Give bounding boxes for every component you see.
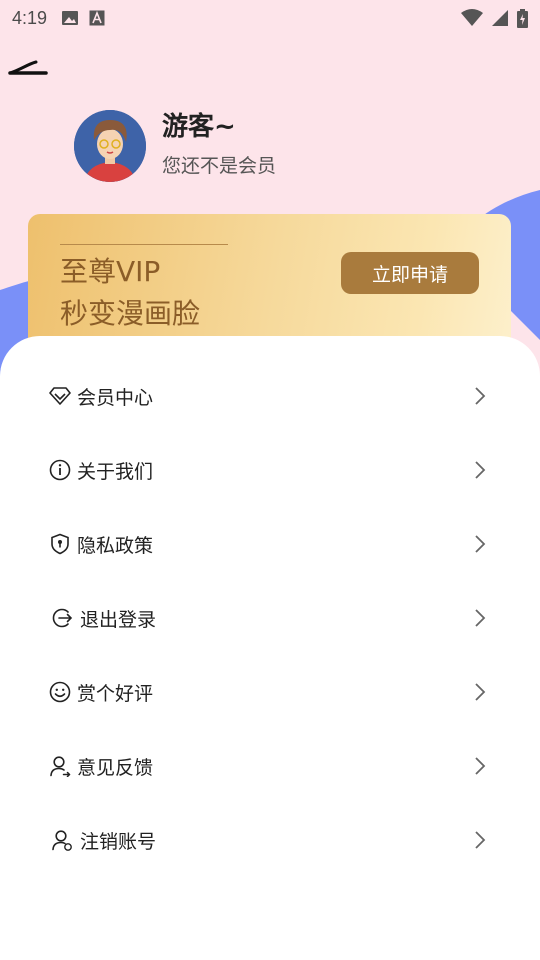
chevron-right-icon bbox=[475, 831, 486, 849]
menu-label: 退出登录 bbox=[80, 608, 157, 631]
chevron-right-icon bbox=[475, 757, 486, 775]
avatar-illustration bbox=[74, 110, 146, 182]
profile-header[interactable]: 游客~ 您还不是会员 bbox=[74, 110, 276, 182]
chevron-right-icon bbox=[475, 535, 486, 553]
menu-item-delete-account[interactable]: 注销账号 bbox=[0, 810, 540, 870]
vip-divider bbox=[60, 244, 228, 245]
member-status: 您还不是会员 bbox=[162, 155, 277, 177]
menu-sheet: 会员中心 关于我们 隐私政策 退出登录 赏个好评 意见反馈 注销账号 bbox=[0, 336, 540, 960]
user-delete-icon bbox=[50, 828, 74, 852]
menu-label: 关于我们 bbox=[77, 460, 154, 483]
status-time: 4:19 bbox=[12, 7, 48, 28]
chevron-right-icon bbox=[475, 387, 486, 405]
menu-label: 赏个好评 bbox=[77, 682, 154, 705]
menu-label: 意见反馈 bbox=[77, 756, 154, 779]
menu-item-logout[interactable]: 退出登录 bbox=[0, 588, 540, 648]
menu-label: 会员中心 bbox=[77, 386, 154, 409]
font-icon bbox=[89, 10, 105, 26]
menu-item-feedback[interactable]: 意见反馈 bbox=[0, 736, 540, 796]
logout-icon bbox=[50, 606, 74, 630]
info-icon bbox=[48, 458, 72, 482]
username: 游客~ bbox=[162, 112, 236, 142]
chevron-right-icon bbox=[475, 609, 486, 627]
avatar[interactable] bbox=[74, 110, 146, 182]
smile-icon bbox=[48, 680, 72, 704]
image-icon bbox=[62, 11, 79, 25]
menu-item-about-us[interactable]: 关于我们 bbox=[0, 440, 540, 500]
status-bar: 4:19 bbox=[0, 0, 540, 36]
apply-vip-button[interactable]: 立即申请 bbox=[341, 252, 479, 294]
wifi-icon bbox=[461, 9, 483, 26]
vip-title: 至尊VIP bbox=[60, 255, 161, 288]
shield-icon bbox=[48, 532, 72, 556]
menu-label: 注销账号 bbox=[80, 830, 157, 853]
back-arrow-icon[interactable] bbox=[6, 58, 50, 80]
chevron-right-icon bbox=[475, 683, 486, 701]
menu-label: 隐私政策 bbox=[77, 534, 154, 557]
menu-item-member-center[interactable]: 会员中心 bbox=[0, 366, 540, 426]
menu-item-rate-app[interactable]: 赏个好评 bbox=[0, 662, 540, 722]
chevron-right-icon bbox=[475, 461, 486, 479]
menu-item-privacy-policy[interactable]: 隐私政策 bbox=[0, 514, 540, 574]
diamond-icon bbox=[48, 384, 72, 408]
user-feedback-icon bbox=[48, 754, 72, 778]
vip-subtitle: 秒变漫画脸 bbox=[60, 297, 201, 330]
signal-icon bbox=[492, 10, 508, 26]
battery-icon bbox=[517, 8, 528, 28]
